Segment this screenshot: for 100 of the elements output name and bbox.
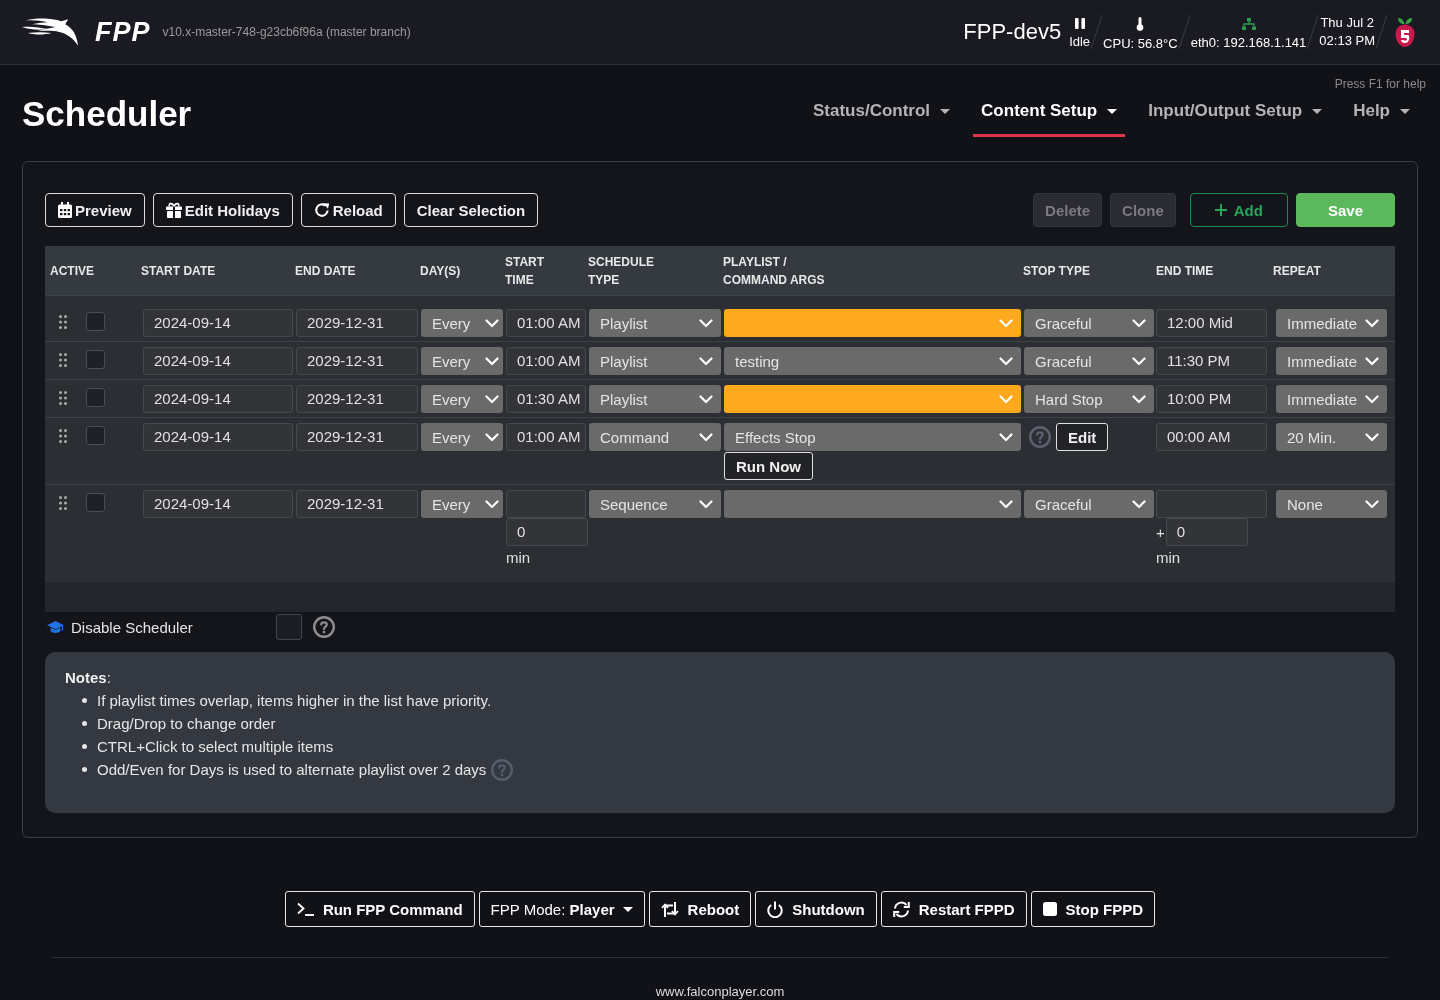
column-header: REPEAT: [1273, 262, 1322, 280]
note-text: Drag/Drop to change order: [97, 714, 276, 734]
note-text: Odd/Even for Days is used to alternate playlist over 2 days: [97, 760, 487, 780]
start-time-field[interactable]: 01:00 AM: [506, 423, 586, 451]
end-date-field[interactable]: 2029-12-31: [296, 347, 418, 375]
start-date-field[interactable]: 2024-09-14: [143, 309, 293, 337]
stop-type-dropdown[interactable]: Graceful: [1024, 490, 1154, 518]
restart-button[interactable]: Restart FPPD: [880, 891, 1027, 927]
plus-icon: [1214, 204, 1227, 216]
clear-selection-button[interactable]: Clear Selection: [403, 193, 539, 227]
end-time-field[interactable]: 10:00 PM: [1156, 385, 1267, 413]
end-date-field[interactable]: 2029-12-31: [296, 490, 418, 518]
reload-button[interactable]: Reload: [300, 193, 396, 227]
schedule-type-dropdown[interactable]: Sequence: [589, 490, 721, 518]
end-date-field[interactable]: 2029-12-31: [296, 423, 418, 451]
loop-arrows-icon: [660, 900, 679, 918]
days-dropdown[interactable]: Every: [421, 490, 503, 518]
shutdown-button[interactable]: Shutdown: [755, 891, 877, 927]
schedule-type-dropdown[interactable]: Playlist: [589, 347, 721, 375]
start-time-field[interactable]: 01:30 AM: [506, 385, 586, 413]
chevron-down-icon: [485, 356, 499, 366]
schedule-target-dropdown[interactable]: [724, 309, 1021, 337]
drag-handle-icon[interactable]: [59, 352, 67, 367]
stop-type-dropdown[interactable]: Graceful: [1024, 347, 1154, 375]
reboot-button[interactable]: Reboot: [648, 891, 752, 927]
stop-button[interactable]: Stop FPPD: [1030, 891, 1156, 927]
website-link[interactable]: www.falconplayer.com: [655, 984, 785, 999]
stop-type-dropdown[interactable]: Hard Stop: [1024, 385, 1154, 413]
active-checkbox[interactable]: [86, 493, 105, 512]
add-button[interactable]: Add: [1189, 193, 1288, 227]
chevron-down-icon: [999, 356, 1013, 366]
schedule-target-dropdown[interactable]: [724, 490, 1021, 518]
drag-handle-icon[interactable]: [59, 428, 67, 443]
action-dropdown[interactable]: Effects Stop: [724, 423, 1021, 451]
end-time-field[interactable]: 12:00 Mid: [1156, 309, 1267, 337]
chevron-down-icon: [999, 499, 1013, 509]
run-command-button[interactable]: Run FPP Command: [284, 891, 475, 927]
days-dropdown[interactable]: Every: [421, 385, 503, 413]
start-time-field[interactable]: 01:00 AM: [506, 309, 586, 337]
start-offset-field[interactable]: 0: [506, 518, 588, 546]
stop-type-dropdown[interactable]: Graceful: [1024, 309, 1154, 337]
schedule-target-dropdown[interactable]: [724, 385, 1021, 413]
chevron-down-icon: [485, 318, 499, 328]
repeat-dropdown[interactable]: None: [1276, 490, 1387, 518]
drag-handle-icon[interactable]: [59, 495, 67, 510]
drag-handle-icon[interactable]: [59, 390, 67, 405]
caret-down-icon: [940, 108, 951, 114]
active-checkbox[interactable]: [86, 426, 105, 445]
graduation-cap-icon: [47, 620, 64, 634]
repeat-dropdown[interactable]: Immediate: [1276, 309, 1387, 337]
repeat-dropdown[interactable]: Immediate: [1276, 347, 1387, 375]
version-text: v10.x-master-748-g23cb6f96a (master branch): [162, 25, 411, 39]
schedule-target-dropdown[interactable]: testing: [724, 347, 1021, 375]
hostname-text: FPP-dev5: [963, 19, 1062, 45]
run-now-button[interactable]: Run Now: [724, 452, 813, 480]
mode-button[interactable]: FPP Mode: Player: [478, 891, 645, 927]
note-text: CTRL+Click to select multiple items: [97, 737, 334, 757]
start-time-field[interactable]: 01:00 AM: [506, 347, 586, 375]
start-date-field[interactable]: 2024-09-14: [143, 423, 293, 451]
schedule-type-dropdown[interactable]: Playlist: [589, 385, 721, 413]
active-checkbox[interactable]: [86, 388, 105, 407]
start-date-field[interactable]: 2024-09-14: [143, 490, 293, 518]
repeat-dropdown[interactable]: Immediate: [1276, 385, 1387, 413]
end-time-field[interactable]: 11:30 PM: [1156, 347, 1267, 375]
end-time-field[interactable]: 00:00 AM: [1156, 423, 1267, 451]
nav-menu-tab[interactable]: Status/Control: [805, 91, 959, 137]
nav-menu-tab[interactable]: Input/Output Setup: [1140, 91, 1331, 137]
edit-button[interactable]: Edit: [1056, 423, 1109, 451]
column-header: END TIME: [1156, 262, 1215, 280]
bullet-icon: [82, 767, 87, 772]
end-date-field[interactable]: 2029-12-31: [296, 309, 418, 337]
start-date-field[interactable]: 2024-09-14: [143, 347, 293, 375]
help-icon[interactable]: [313, 616, 335, 638]
chevron-down-icon: [485, 499, 499, 509]
active-checkbox[interactable]: [86, 312, 105, 331]
end-time-field[interactable]: [1156, 490, 1267, 518]
column-header: SCHEDULE TYPE: [588, 253, 655, 289]
end-date-field[interactable]: 2029-12-31: [296, 385, 418, 413]
edit-holidays-button[interactable]: Edit Holidays: [152, 193, 293, 227]
chevron-down-icon: [1365, 394, 1379, 404]
days-dropdown[interactable]: Every: [421, 309, 503, 337]
preview-button[interactable]: Preview: [45, 193, 145, 227]
nav-menu-tab[interactable]: Content Setup: [973, 91, 1126, 137]
disable-scheduler-label: Disable Scheduler: [71, 618, 193, 636]
start-time-field[interactable]: [506, 490, 586, 518]
disable-scheduler-checkbox[interactable]: [276, 614, 302, 640]
days-dropdown[interactable]: Every: [421, 347, 503, 375]
player-status-text: Idle: [1069, 34, 1091, 50]
schedule-type-dropdown[interactable]: Command: [589, 423, 721, 451]
end-offset-field[interactable]: 0: [1165, 518, 1248, 546]
chevron-down-icon: [999, 394, 1013, 404]
sync-icon: [892, 900, 910, 918]
schedule-type-dropdown[interactable]: Playlist: [589, 309, 721, 337]
days-dropdown[interactable]: Every: [421, 423, 503, 451]
drag-handle-icon[interactable]: [59, 314, 67, 329]
nav-menu-tab[interactable]: Help: [1345, 91, 1418, 137]
active-checkbox[interactable]: [86, 350, 105, 369]
repeat-dropdown[interactable]: 20 Min.: [1276, 423, 1387, 451]
chevron-down-icon: [699, 356, 713, 366]
start-date-field[interactable]: 2024-09-14: [143, 385, 293, 413]
